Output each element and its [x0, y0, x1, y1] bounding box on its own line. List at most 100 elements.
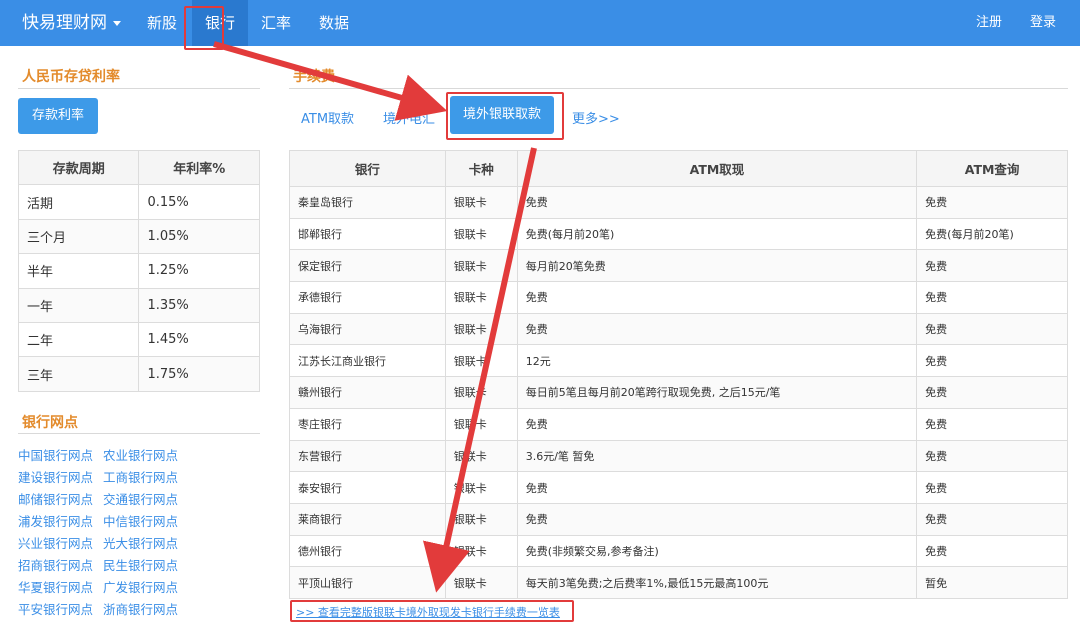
- card-type-cell: 银联卡: [444, 502, 518, 536]
- period-cell: 三个月: [17, 218, 140, 255]
- withdrawal-fee-cell: 免费: [516, 312, 918, 346]
- table-row: 三个月 1.05%: [17, 218, 260, 255]
- register-link[interactable]: 注册: [968, 0, 1010, 46]
- branch-link[interactable]: 浦发银行网点: [18, 514, 93, 529]
- tab-overseas-unionpay-withdrawal[interactable]: 境外银联取款: [450, 96, 554, 134]
- list-item: 浦发银行网点 中信银行网点: [18, 511, 218, 533]
- withdrawal-fee-cell: 3.6元/笔 暂免: [516, 439, 918, 473]
- branch-link[interactable]: 兴业银行网点: [18, 536, 93, 551]
- period-cell: 三年: [17, 356, 140, 392]
- inquiry-fee-cell: 暂免: [916, 566, 1068, 599]
- branch-link[interactable]: 华夏银行网点: [18, 580, 93, 595]
- bank-cell: 江苏长江商业银行: [289, 344, 446, 378]
- deposit-rate-table: 存款周期 年利率% 活期 0.15% 三个月 1.05% 半年 1.25% 一年 1.3…: [17, 149, 260, 392]
- table-row: 活期 0.15%: [17, 184, 260, 220]
- table-row: 江苏长江商业银行 银联卡 12元 免费: [289, 344, 1068, 378]
- bank-cell: 邯郸银行: [289, 217, 446, 251]
- table-header-row: 存款周期 年利率%: [17, 149, 260, 186]
- card-type-cell: 银联卡: [444, 344, 518, 378]
- inquiry-fee-cell: 免费: [916, 186, 1068, 219]
- card-type-cell: 银联卡: [444, 376, 518, 409]
- table-row: 平顶山银行 银联卡 每天前3笔免费;之后费率1%,最低15元最高100元 暂免: [289, 566, 1068, 599]
- branch-link[interactable]: 邮储银行网点: [18, 492, 93, 507]
- table-row: 保定银行 银联卡 每月前20笔免费 免费: [289, 249, 1068, 283]
- period-cell: 一年: [17, 287, 140, 323]
- withdrawal-fee-cell: 免费: [516, 471, 918, 504]
- table-row: 承德银行 银联卡 免费 免费: [289, 281, 1068, 314]
- card-type-cell: 银联卡: [444, 217, 518, 251]
- inquiry-fee-cell: 免费(每月前20笔): [916, 217, 1068, 251]
- nav-item-data[interactable]: 数据: [308, 0, 360, 46]
- branch-link[interactable]: 浙商银行网点: [103, 602, 178, 617]
- column-header-card-type: 卡种: [444, 150, 518, 187]
- branch-link[interactable]: 工商银行网点: [103, 470, 178, 485]
- inquiry-fee-cell: 免费: [916, 502, 1068, 536]
- tab-more[interactable]: 更多>>: [572, 108, 620, 127]
- login-link[interactable]: 登录: [1022, 0, 1064, 46]
- table-row: 二年 1.45%: [17, 321, 260, 358]
- nav-item-ipo[interactable]: 新股: [136, 0, 188, 46]
- bank-cell: 泰安银行: [289, 471, 446, 504]
- bank-cell: 乌海银行: [289, 312, 446, 346]
- bank-cell: 保定银行: [289, 249, 446, 283]
- divider: [289, 88, 1068, 89]
- card-type-cell: 银联卡: [444, 471, 518, 504]
- fee-table: 银行 卡种 ATM取现 ATM查询 秦皇岛银行 银联卡 免费 免费 邯郸银行 银联卡 免费…: [289, 150, 1068, 599]
- branch-link[interactable]: 广发银行网点: [103, 580, 178, 595]
- deposit-rate-button[interactable]: 存款利率: [18, 98, 98, 134]
- inquiry-fee-cell: 免费: [916, 534, 1068, 568]
- table-row: 泰安银行 银联卡 免费 免费: [289, 471, 1068, 504]
- bank-cell: 枣庄银行: [289, 407, 446, 441]
- list-item: 平安银行网点 浙商银行网点: [18, 599, 218, 621]
- withdrawal-fee-cell: 免费: [516, 186, 918, 219]
- branch-link[interactable]: 中国银行网点: [18, 448, 93, 463]
- column-header-period: 存款周期: [17, 149, 140, 186]
- table-row: 德州银行 银联卡 免费(非频繁交易,参考备注) 免费: [289, 534, 1068, 568]
- rate-cell: 1.75%: [138, 356, 260, 392]
- brand-menu[interactable]: 快易理财网: [22, 0, 121, 46]
- period-cell: 二年: [17, 321, 140, 358]
- rate-cell: 1.35%: [138, 287, 260, 323]
- branch-link[interactable]: 民生银行网点: [103, 558, 178, 573]
- withdrawal-fee-cell: 免费: [516, 502, 918, 536]
- withdrawal-fee-cell: 免费: [516, 407, 918, 441]
- branch-link[interactable]: 光大银行网点: [103, 536, 178, 551]
- branch-link[interactable]: 交通银行网点: [103, 492, 178, 507]
- period-cell: 活期: [17, 184, 140, 220]
- tab-atm-withdrawal[interactable]: ATM取款: [301, 108, 354, 127]
- nav-item-bank[interactable]: 银行: [192, 0, 248, 46]
- bank-cell: 承德银行: [289, 281, 446, 314]
- card-type-cell: 银联卡: [444, 186, 518, 219]
- table-row: 半年 1.25%: [17, 253, 260, 289]
- full-fee-list-link[interactable]: >> 查看完整版银联卡境外取现发卡银行手续费一览表: [296, 604, 560, 620]
- table-row: 莱商银行 银联卡 免费 免费: [289, 502, 1068, 536]
- bank-cell: 东营银行: [289, 439, 446, 473]
- bank-cell: 莱商银行: [289, 502, 446, 536]
- withdrawal-fee-cell: 12元: [516, 344, 918, 378]
- bank-branch-links: 中国银行网点 农业银行网点 建设银行网点 工商银行网点 邮储银行网点 交通银行网点 浦…: [18, 445, 218, 621]
- brand-name: 快易理财网: [22, 13, 107, 33]
- divider: [18, 88, 260, 89]
- card-type-cell: 银联卡: [444, 281, 518, 314]
- branch-link[interactable]: 招商银行网点: [18, 558, 93, 573]
- fee-section-title: 手续费: [293, 69, 335, 85]
- inquiry-fee-cell: 免费: [916, 312, 1068, 346]
- branch-link[interactable]: 平安银行网点: [18, 602, 93, 617]
- branch-link[interactable]: 农业银行网点: [103, 448, 178, 463]
- table-row: 东营银行 银联卡 3.6元/笔 暂免 免费: [289, 439, 1068, 473]
- inquiry-fee-cell: 免费: [916, 439, 1068, 473]
- table-row: 秦皇岛银行 银联卡 免费 免费: [289, 186, 1068, 219]
- rate-cell: 1.05%: [138, 218, 260, 255]
- tab-overseas-wire[interactable]: 境外电汇: [383, 108, 435, 127]
- bank-cell: 平顶山银行: [289, 566, 446, 599]
- inquiry-fee-cell: 免费: [916, 281, 1068, 314]
- card-type-cell: 银联卡: [444, 407, 518, 441]
- nav-item-exchange-rate[interactable]: 汇率: [250, 0, 302, 46]
- branch-link[interactable]: 建设银行网点: [18, 470, 93, 485]
- divider: [18, 433, 260, 434]
- card-type-cell: 银联卡: [444, 312, 518, 346]
- table-row: 邯郸银行 银联卡 免费(每月前20笔) 免费(每月前20笔): [289, 217, 1068, 251]
- inquiry-fee-cell: 免费: [916, 344, 1068, 378]
- branch-link[interactable]: 中信银行网点: [103, 514, 178, 529]
- bank-cell: 德州银行: [289, 534, 446, 568]
